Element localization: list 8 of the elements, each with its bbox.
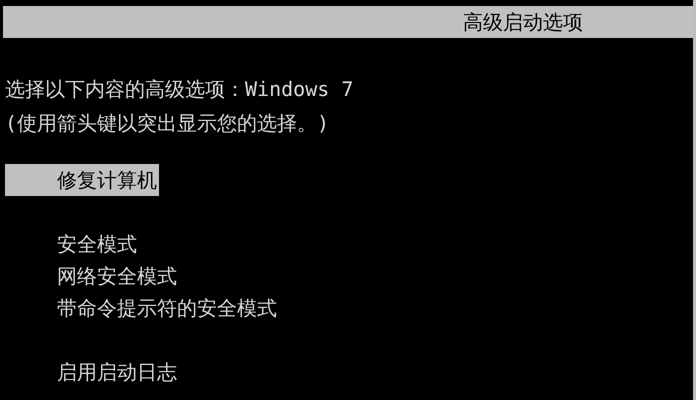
boot-option[interactable]: 安全模式 <box>0 228 139 260</box>
window-title: 高级启动选项 <box>463 9 583 36</box>
hint-text: (使用箭头键以突出显示您的选择。) <box>5 110 330 137</box>
boot-option[interactable]: 启用启动日志 <box>0 356 179 388</box>
prompt-text: 选择以下内容的高级选项：Windows 7 <box>5 76 354 103</box>
boot-option[interactable]: 网络安全模式 <box>0 260 179 292</box>
boot-option[interactable]: 带命令提示符的安全模式 <box>0 292 279 324</box>
boot-option[interactable]: 修复计算机 <box>5 164 159 196</box>
